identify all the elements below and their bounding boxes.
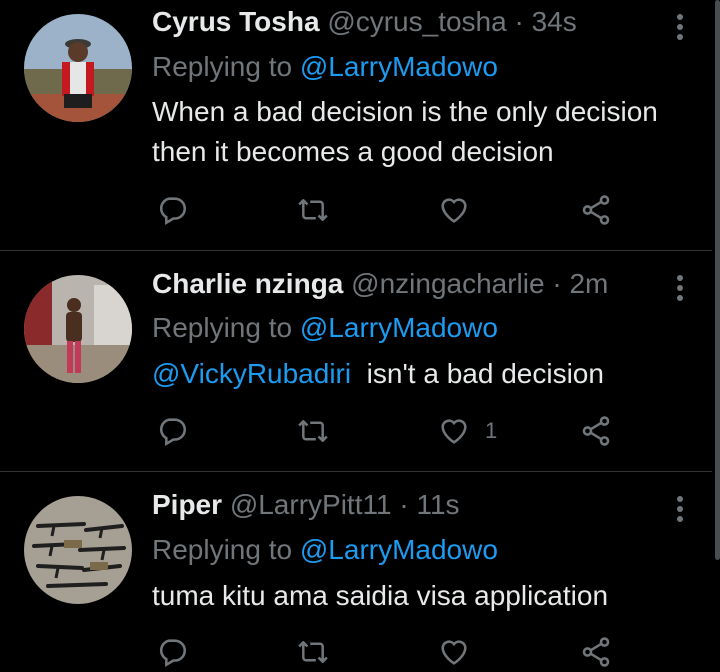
like-count: 1 <box>485 418 498 443</box>
replying-to-label: Replying to <box>152 534 293 565</box>
like-icon[interactable] <box>437 190 485 230</box>
scrollbar[interactable] <box>715 0 720 560</box>
tweet[interactable]: Charlie nzinga @nzingacharlie · 2m Reply… <box>0 251 712 471</box>
avatar[interactable] <box>24 14 132 122</box>
replying-to: Replying to @LarryMadowo <box>152 51 498 83</box>
user-handle[interactable]: @nzingacharlie <box>351 268 544 299</box>
timestamp[interactable]: 34s <box>532 6 577 37</box>
tweet-text-content: tuma kitu ama saidia visa application <box>152 580 609 611</box>
tweet-text: When a bad decision is the only decision… <box>152 92 692 172</box>
avatar[interactable] <box>24 496 132 604</box>
more-icon[interactable] <box>676 496 684 526</box>
reply-icon[interactable] <box>155 632 189 672</box>
tweet-text-line: then it becomes a good decision <box>152 136 554 167</box>
replying-to-mention[interactable]: @LarryMadowo <box>300 534 498 565</box>
tweet-header: Cyrus Tosha @cyrus_tosha · 34s <box>152 6 672 38</box>
like-icon[interactable]: 1 <box>437 411 497 451</box>
tweet-text-line: When a bad decision is the only decision <box>152 96 658 127</box>
separator: · <box>552 268 562 299</box>
replying-to: Replying to @LarryMadowo <box>152 312 498 344</box>
tweet-actions <box>152 632 632 672</box>
tweet-header: Charlie nzinga @nzingacharlie · 2m <box>152 268 672 300</box>
tweet-actions <box>152 190 632 230</box>
tweet-text-content: isn't a bad decision <box>366 358 604 389</box>
timestamp[interactable]: 11s <box>416 489 459 520</box>
separator: · <box>399 489 409 520</box>
tweet-text: tuma kitu ama saidia visa application <box>152 576 692 616</box>
reply-icon[interactable] <box>155 190 189 230</box>
share-icon[interactable] <box>579 411 613 451</box>
avatar[interactable] <box>24 275 132 383</box>
separator: · <box>514 6 524 37</box>
replying-to-mention[interactable]: @LarryMadowo <box>300 312 498 343</box>
user-handle[interactable]: @LarryPitt11 <box>230 489 392 520</box>
retweet-icon[interactable] <box>295 411 331 451</box>
reply-icon[interactable] <box>155 411 189 451</box>
tweet[interactable]: Piper @LarryPitt11 · 11s Replying to @La… <box>0 472 712 668</box>
replying-to-label: Replying to <box>152 312 293 343</box>
tweet-mention[interactable]: @VickyRubadiri <box>152 358 351 389</box>
tweet-text: @VickyRubadiri isn't a bad decision <box>152 354 692 394</box>
timestamp[interactable]: 2m <box>569 268 608 299</box>
more-icon[interactable] <box>676 14 684 44</box>
more-icon[interactable] <box>676 275 684 305</box>
display-name[interactable]: Piper <box>152 489 222 520</box>
replying-to-mention[interactable]: @LarryMadowo <box>300 51 498 82</box>
display-name[interactable]: Charlie nzinga <box>152 268 343 299</box>
tweet-header: Piper @LarryPitt11 · 11s <box>152 489 672 521</box>
tweet-actions: 1 <box>152 411 632 451</box>
replying-to-label: Replying to <box>152 51 293 82</box>
retweet-icon[interactable] <box>295 632 331 672</box>
display-name[interactable]: Cyrus Tosha <box>152 6 320 37</box>
share-icon[interactable] <box>579 632 613 672</box>
replying-to: Replying to @LarryMadowo <box>152 534 498 566</box>
retweet-icon[interactable] <box>295 190 331 230</box>
user-handle[interactable]: @cyrus_tosha <box>327 6 506 37</box>
share-icon[interactable] <box>579 190 613 230</box>
tweet[interactable]: Cyrus Tosha @cyrus_tosha · 34s Replying … <box>0 0 712 250</box>
like-icon[interactable] <box>437 632 485 672</box>
